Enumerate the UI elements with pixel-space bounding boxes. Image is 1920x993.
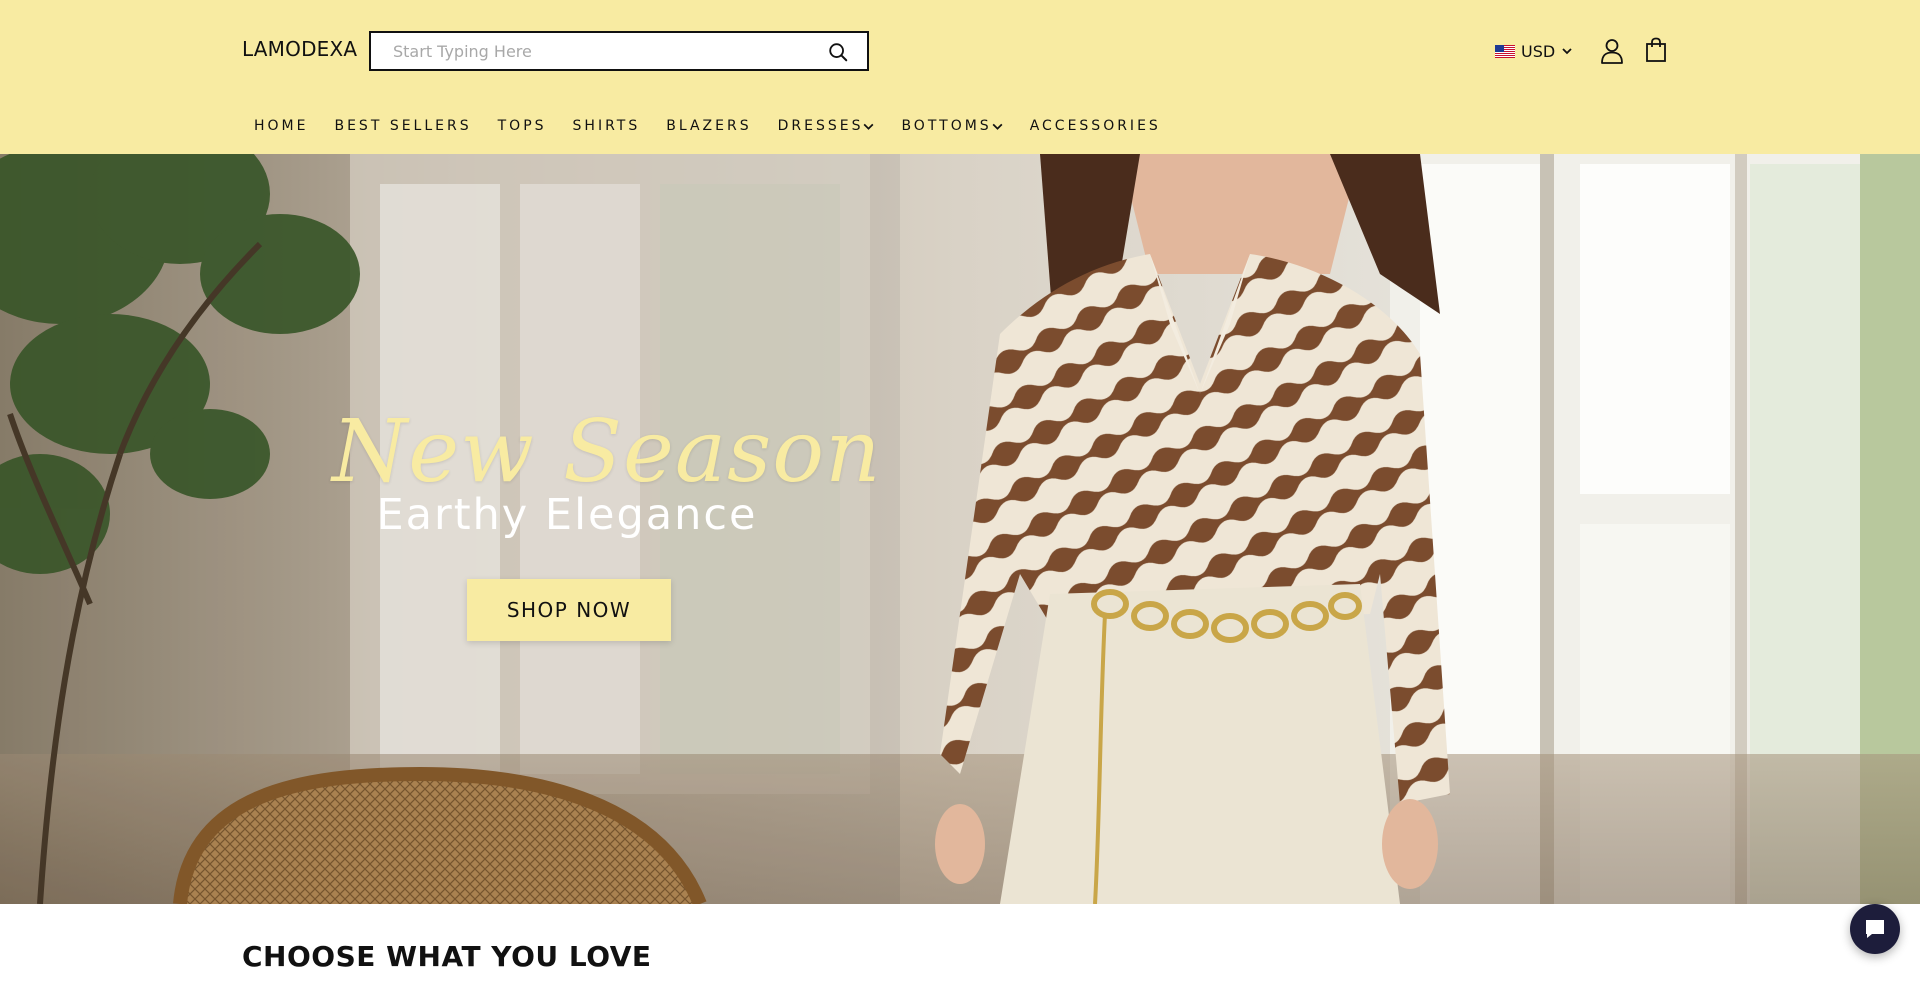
nav-item-dresses[interactable]: DRESSES <box>778 118 876 134</box>
nav-item-label: BEST SELLERS <box>334 118 472 134</box>
nav-item-label: TOPS <box>497 118 547 134</box>
nav-item-label: ACCESSORIES <box>1029 118 1161 134</box>
search-icon[interactable] <box>827 41 849 63</box>
hero-banner: New Season Earthy Elegance SHOP NOW <box>0 154 1920 904</box>
hero-script-title: New Season <box>332 402 882 502</box>
nav-item-label: BOTTOMS <box>901 118 992 134</box>
site-header: LAMODEXA USD HOME BEST SELLERS TOPS SHIR… <box>0 0 1920 154</box>
nav-item-blazers[interactable]: BLAZERS <box>666 118 751 134</box>
hero-image <box>0 154 1920 904</box>
currency-label: USD <box>1521 41 1556 61</box>
nav-item-bottoms[interactable]: BOTTOMS <box>901 118 1003 134</box>
user-icon[interactable] <box>1600 38 1624 64</box>
search-bar <box>369 31 869 71</box>
nav-item-tops[interactable]: TOPS <box>498 118 547 134</box>
nav-item-label: HOME <box>254 118 309 134</box>
section-title: CHOOSE WHAT YOU LOVE <box>242 940 652 973</box>
nav-item-label: BLAZERS <box>666 118 752 134</box>
nav-item-best-sellers[interactable]: BEST SELLERS <box>334 118 471 134</box>
hero-subtitle: Earthy Elegance <box>376 490 758 540</box>
nav-item-accessories[interactable]: ACCESSORIES <box>1030 118 1161 134</box>
chevron-down-icon <box>992 123 1003 130</box>
main-nav: HOME BEST SELLERS TOPS SHIRTS BLAZERS DR… <box>254 118 1187 134</box>
chat-bubble-icon[interactable] <box>1850 904 1900 954</box>
shopping-bag-icon[interactable] <box>1645 37 1667 63</box>
chevron-down-icon <box>864 123 874 130</box>
nav-item-label: SHIRTS <box>572 118 641 134</box>
us-flag-icon <box>1495 44 1515 58</box>
shop-now-button[interactable]: SHOP NOW <box>467 579 671 641</box>
site-logo[interactable]: LAMODEXA <box>242 37 357 61</box>
currency-selector[interactable]: USD <box>1495 39 1573 63</box>
nav-item-home[interactable]: HOME <box>254 118 308 134</box>
chevron-down-icon <box>1562 48 1572 55</box>
nav-item-label: DRESSES <box>777 118 864 134</box>
search-input[interactable] <box>371 33 811 69</box>
nav-item-shirts[interactable]: SHIRTS <box>573 118 641 134</box>
